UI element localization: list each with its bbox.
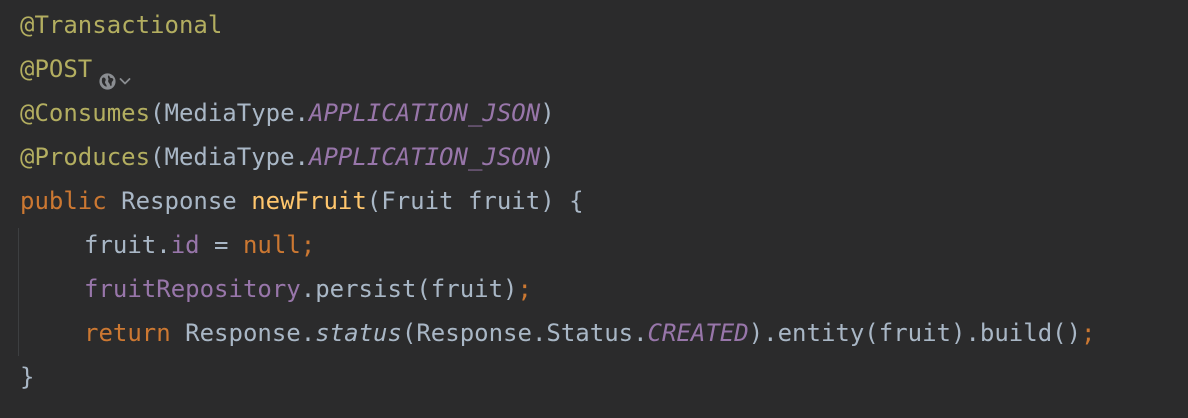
repository-field: fruitRepository (84, 275, 301, 303)
paren-close: ) (540, 143, 555, 171)
mediatype-ref: MediaType. (164, 99, 310, 127)
code-line-7[interactable]: fruitRepository.persist(fruit); (0, 267, 1188, 311)
persist-call: .persist(fruit) (300, 275, 518, 303)
code-line-2[interactable]: @POST (0, 47, 1188, 91)
code-line-3[interactable]: @Consumes(MediaType.APPLICATION_JSON) (0, 91, 1188, 135)
globe-icon[interactable] (98, 72, 117, 91)
code-line-6[interactable]: fruit.id = null; (0, 223, 1188, 267)
consumes-annotation: @Consumes (20, 99, 151, 127)
id-field: id (170, 231, 200, 259)
assign-operator: = (199, 231, 243, 259)
application-json-constant: APPLICATION_JSON (309, 143, 541, 171)
endpoint-actions[interactable] (98, 58, 132, 90)
code-line-8[interactable]: return Response.status(Response.Status.C… (0, 311, 1188, 355)
paren-open: ( (150, 99, 165, 127)
semicolon: ; (1081, 319, 1096, 347)
fruit-object: fruit. (84, 231, 171, 259)
return-keyword: return (84, 319, 171, 347)
return-type: Response (121, 187, 237, 215)
semicolon: ; (517, 275, 532, 303)
created-constant: CREATED (647, 319, 749, 347)
paren-open: ( (150, 143, 165, 171)
code-line-4[interactable]: @Produces(MediaType.APPLICATION_JSON) (0, 135, 1188, 179)
produces-annotation: @Produces (20, 143, 151, 171)
paren-close: ) (540, 99, 555, 127)
chevron-down-icon[interactable] (118, 74, 132, 88)
public-keyword: public (20, 187, 107, 215)
application-json-constant: APPLICATION_JSON (309, 99, 541, 127)
method-params: (Fruit fruit) { (366, 187, 584, 215)
response-ref: Response. (185, 319, 316, 347)
code-line-9[interactable]: } (0, 355, 1188, 399)
code-editor[interactable]: @Transactional @POST @Consumes(MediaType… (0, 0, 1188, 418)
mediatype-ref: MediaType. (164, 143, 310, 171)
post-annotation: @POST (20, 55, 93, 83)
closing-brace: } (20, 363, 35, 391)
method-name: newFruit (251, 187, 367, 215)
builder-chain: ).entity(fruit).build() (748, 319, 1082, 347)
status-arg: (Response.Status. (401, 319, 648, 347)
null-keyword: null (242, 231, 301, 259)
transactional-annotation: @Transactional (20, 11, 223, 39)
code-line-5[interactable]: public Response newFruit(Fruit fruit) { (0, 179, 1188, 223)
status-call: status (315, 319, 402, 347)
code-line-1[interactable]: @Transactional (0, 3, 1188, 47)
semicolon: ; (300, 231, 316, 259)
